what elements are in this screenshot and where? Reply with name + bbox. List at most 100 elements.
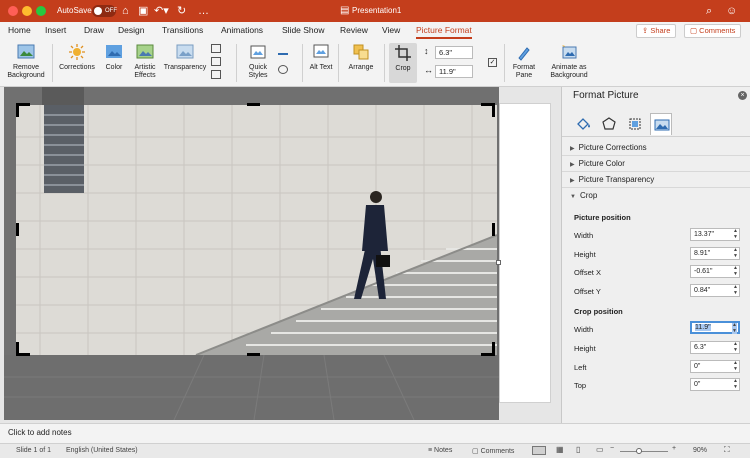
remove-background-button[interactable]: Remove Background bbox=[4, 43, 48, 80]
picture-border-icon[interactable] bbox=[278, 46, 288, 55]
crop-left-field[interactable]: 0" ▲ ▼ bbox=[690, 360, 740, 373]
effects-tab[interactable] bbox=[598, 113, 620, 135]
minimize-window-button[interactable] bbox=[22, 6, 32, 16]
language-indicator[interactable]: English (United States) bbox=[66, 447, 138, 454]
slide-canvas[interactable] bbox=[0, 87, 560, 423]
corrections-button[interactable]: Corrections bbox=[56, 43, 98, 72]
document-icon: ▤ bbox=[340, 5, 350, 16]
normal-view-icon[interactable] bbox=[532, 446, 546, 455]
crop-handle-right[interactable] bbox=[492, 223, 495, 236]
document-title: Presentation1 bbox=[352, 6, 402, 15]
compress-pictures-icon[interactable] bbox=[211, 44, 221, 53]
crop-handle-top[interactable] bbox=[247, 103, 260, 106]
notes-pane[interactable]: Click to add notes bbox=[0, 423, 750, 443]
offset-x-field[interactable]: -0.61" ▲ ▼ bbox=[690, 265, 740, 278]
notes-toggle[interactable]: ≡ Notes bbox=[428, 447, 452, 454]
size-properties-tab[interactable] bbox=[624, 113, 646, 135]
picture-height-field[interactable]: 8.91" ▲ ▼ bbox=[690, 247, 740, 260]
shape-width-spinner[interactable]: 11.9" bbox=[435, 65, 473, 78]
crop-height-field[interactable]: 6.3" ▲ ▼ bbox=[690, 341, 740, 354]
close-pane-icon[interactable]: × bbox=[738, 91, 747, 100]
ribbon: Remove Background Corrections Color Arti… bbox=[0, 40, 750, 87]
tab-review[interactable]: Review bbox=[340, 25, 368, 35]
width-icon: ↔ bbox=[424, 65, 433, 75]
search-icon[interactable]: ⌕ bbox=[706, 4, 712, 18]
crop-handle-bottom-right-v[interactable] bbox=[492, 342, 495, 356]
home-icon[interactable]: ⌂ bbox=[122, 4, 129, 18]
picture-corrections-section[interactable]: ▶ Picture Corrections bbox=[570, 143, 647, 152]
color-icon bbox=[106, 45, 122, 58]
arrange-button[interactable]: Arrange bbox=[344, 43, 378, 72]
account-icon[interactable]: ☺ bbox=[726, 4, 737, 18]
alt-text-button[interactable]: Alt Text bbox=[308, 43, 334, 72]
picture-tab[interactable] bbox=[650, 113, 672, 135]
zoom-out-icon[interactable]: − bbox=[610, 445, 614, 452]
picture-color-section[interactable]: ▶ Picture Color bbox=[570, 159, 625, 168]
crop-top-field[interactable]: 0" ▲ ▼ bbox=[690, 378, 740, 391]
maximize-window-button[interactable] bbox=[36, 6, 46, 16]
tab-design[interactable]: Design bbox=[118, 25, 144, 35]
reset-picture-icon[interactable] bbox=[211, 70, 221, 79]
slideshow-icon[interactable]: ▭ bbox=[596, 445, 604, 454]
fill-line-tab[interactable] bbox=[572, 113, 594, 135]
comments-toggle[interactable]: ▢ Comments bbox=[472, 447, 514, 455]
zoom-in-icon[interactable]: + bbox=[672, 445, 676, 452]
reading-view-icon[interactable]: ▯ bbox=[576, 445, 580, 454]
tab-home[interactable]: Home bbox=[8, 25, 31, 35]
picture-width-field[interactable]: 13.37" ▲ ▼ bbox=[690, 228, 740, 241]
tab-animations[interactable]: Animations bbox=[221, 25, 263, 35]
color-button[interactable]: Color bbox=[100, 43, 128, 72]
animate-as-background-button[interactable]: Animate as Background bbox=[546, 43, 592, 80]
format-pane-button[interactable]: Format Pane bbox=[510, 43, 538, 80]
redo-icon[interactable]: ↻ bbox=[177, 4, 186, 18]
paint-bucket-icon bbox=[577, 118, 590, 130]
cropped-photo[interactable] bbox=[16, 105, 497, 355]
picture-effects-icon[interactable] bbox=[278, 65, 288, 74]
zoom-slider-thumb[interactable] bbox=[636, 448, 642, 454]
share-button[interactable]: ⇪ Share bbox=[636, 24, 677, 38]
undo-icon[interactable]: ↶▾ bbox=[154, 4, 169, 18]
picture-height-label: Height bbox=[574, 250, 596, 259]
artistic-effects-icon bbox=[136, 44, 154, 59]
shape-height-spinner[interactable]: 6.3" bbox=[435, 46, 473, 59]
crop-top-label: Top bbox=[574, 381, 587, 390]
comments-button[interactable]: ▢ Comments bbox=[684, 24, 742, 38]
crop-overflow-area[interactable] bbox=[4, 87, 501, 420]
change-picture-icon[interactable] bbox=[211, 57, 221, 66]
quick-styles-button[interactable]: Quick Styles bbox=[242, 43, 274, 80]
crop-handle-bottom[interactable] bbox=[247, 353, 260, 356]
crop-position-heading: Crop position bbox=[574, 307, 623, 316]
quick-styles-icon bbox=[250, 45, 266, 59]
lock-aspect-checkbox[interactable]: ✓ bbox=[488, 58, 497, 67]
zoom-level[interactable]: 90% bbox=[693, 447, 707, 454]
crop-icon bbox=[395, 45, 411, 61]
slide-sorter-icon[interactable]: ▦ bbox=[556, 445, 564, 454]
tab-insert[interactable]: Insert bbox=[45, 25, 66, 35]
picture-resize-handle[interactable] bbox=[496, 260, 501, 265]
zoom-slider[interactable] bbox=[620, 451, 668, 452]
crop-width-field[interactable]: 11.9" ▲ ▼ bbox=[690, 321, 740, 334]
tab-view[interactable]: View bbox=[382, 25, 400, 35]
tab-slide-show[interactable]: Slide Show bbox=[282, 25, 325, 35]
artistic-effects-button[interactable]: Artistic Effects bbox=[130, 43, 160, 80]
fit-to-window-icon[interactable]: ⛶ bbox=[724, 445, 730, 455]
crop-button[interactable]: Crop bbox=[389, 43, 417, 83]
crop-handle-top-left-v[interactable] bbox=[16, 103, 19, 117]
autosave-label: AutoSave bbox=[57, 6, 92, 15]
tab-transitions[interactable]: Transitions bbox=[162, 25, 203, 35]
more-commands-icon[interactable]: … bbox=[198, 4, 209, 18]
offset-y-field[interactable]: 0.84" ▲ ▼ bbox=[690, 284, 740, 297]
picture-position-heading: Picture position bbox=[574, 213, 631, 222]
crop-handle-top-right-v[interactable] bbox=[492, 103, 495, 117]
slide-page[interactable] bbox=[499, 103, 551, 403]
tab-picture-format[interactable]: Picture Format bbox=[416, 25, 472, 39]
crop-section[interactable]: ▼ Crop bbox=[570, 191, 597, 200]
crop-handle-bottom-left-v[interactable] bbox=[16, 342, 19, 356]
crop-handle-left[interactable] bbox=[16, 223, 19, 236]
tab-draw[interactable]: Draw bbox=[84, 25, 104, 35]
transparency-button[interactable]: Transparency bbox=[162, 43, 208, 72]
save-icon[interactable]: ▣ bbox=[138, 4, 148, 18]
picture-transparency-section[interactable]: ▶ Picture Transparency bbox=[570, 175, 654, 184]
autosave-toggle[interactable]: OFF bbox=[92, 5, 117, 17]
close-window-button[interactable] bbox=[8, 6, 18, 16]
